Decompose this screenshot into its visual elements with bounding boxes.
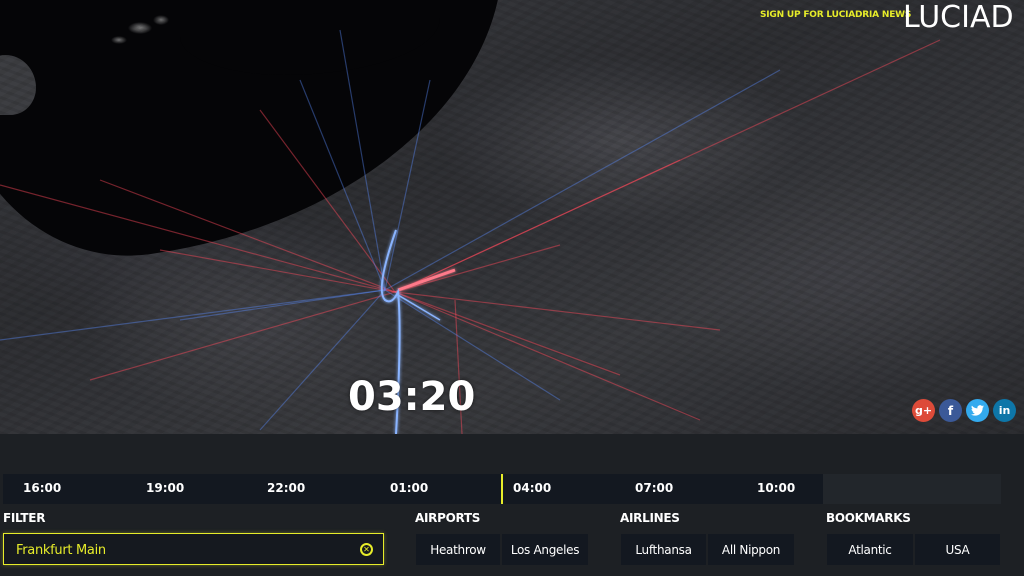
timeline-tick: 19:00 (146, 481, 185, 495)
timeline-cursor[interactable] (501, 474, 503, 504)
signup-newsletter-link[interactable]: SIGN UP FOR LUCIADRIA NEWS (760, 10, 911, 20)
route-line (99, 179, 396, 293)
clear-filter-icon[interactable]: ✕ (360, 543, 373, 556)
filter-label: FILTER (3, 511, 46, 525)
arrival-routes (0, 29, 781, 431)
bookmarks-label: BOOKMARKS (826, 511, 911, 525)
route-line (89, 291, 396, 381)
airports-label: AIRPORTS (415, 511, 481, 525)
timeline-tick: 01:00 (390, 481, 429, 495)
airline-chip-all-nippon[interactable]: All Nippon (708, 534, 794, 565)
airport-chip-heathrow[interactable]: Heathrow (416, 534, 500, 565)
flight-routes (0, 29, 941, 434)
route-line (384, 79, 431, 291)
arrival-highlight (397, 294, 441, 321)
airline-chip-lufthansa[interactable]: Lufthansa (621, 534, 706, 565)
route-line (394, 244, 561, 293)
map-view[interactable]: 03:20 SIGN UP FOR LUCIADRIA NEWS LUCIAD … (0, 0, 1024, 434)
luciad-logo[interactable]: LUCIAD (903, 0, 1014, 35)
timeline-tick: 10:00 (757, 481, 796, 495)
bookmark-chip-atlantic[interactable]: Atlantic (827, 534, 913, 565)
linkedin-icon[interactable]: in (993, 399, 1016, 422)
timeline-tick: 07:00 (635, 481, 674, 495)
filter-input[interactable] (16, 540, 346, 560)
airlines-label: AIRLINES (620, 511, 680, 525)
timeline-tick: 22:00 (267, 481, 306, 495)
route-line (394, 291, 721, 331)
timeline-tick: 04:00 (513, 481, 552, 495)
timeline-slider[interactable]: 16:00 19:00 22:00 01:00 04:00 07:00 10:0… (3, 474, 1001, 504)
app: 03:20 SIGN UP FOR LUCIADRIA NEWS LUCIAD … (0, 0, 1024, 576)
facebook-icon[interactable]: f (939, 399, 962, 422)
twitter-bird-glyph (971, 405, 984, 416)
route-line (0, 289, 386, 341)
route-line (394, 291, 621, 376)
route-line (384, 69, 781, 291)
social-share-bar: g+ f in (912, 399, 1016, 422)
current-time-display: 03:20 (348, 374, 476, 420)
route-line (159, 249, 396, 293)
route-line (299, 79, 386, 291)
route-line (0, 184, 396, 293)
departure-highlight (397, 268, 456, 292)
bookmark-chip-usa[interactable]: USA (915, 534, 1000, 565)
route-line (394, 39, 941, 293)
filter-field[interactable]: ✕ (3, 533, 384, 565)
timeline-tick: 16:00 (23, 481, 62, 495)
route-line (339, 29, 386, 291)
google-plus-icon[interactable]: g+ (912, 399, 935, 422)
twitter-icon[interactable] (966, 399, 989, 422)
airport-chip-los-angeles[interactable]: Los Angeles (502, 534, 588, 565)
